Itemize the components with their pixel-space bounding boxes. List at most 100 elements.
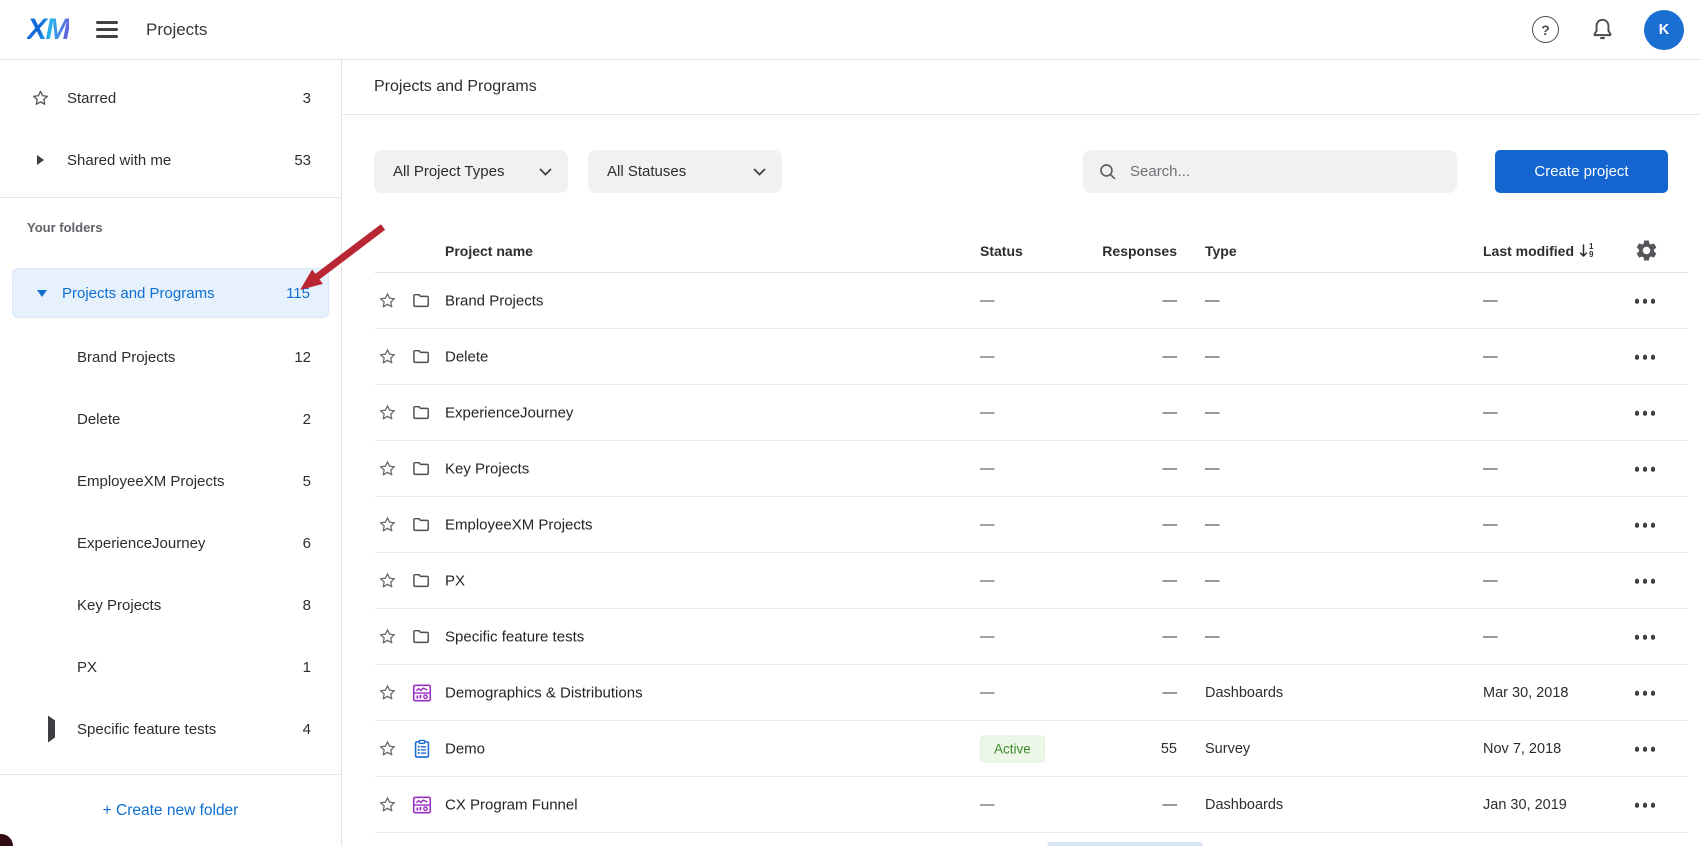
status-cell: — <box>980 629 995 645</box>
sidebar-folder-item[interactable]: Delete 2 <box>0 388 341 450</box>
project-types-filter-dropdown[interactable]: All Project Types <box>374 150 568 193</box>
column-header-type[interactable]: Type <box>1205 243 1237 259</box>
project-name-link[interactable]: EmployeeXM Projects <box>445 517 593 534</box>
star-toggle-icon[interactable] <box>377 515 398 536</box>
table-row[interactable]: Brand Projects — — — — <box>342 273 1700 329</box>
sidebar-item-shared-with-me[interactable]: Shared with me 53 <box>0 136 341 184</box>
sidebar-folder-item[interactable]: Brand Projects 12 <box>0 326 341 388</box>
type-cell: — <box>1205 405 1220 421</box>
collapse-arrow-icon <box>37 290 47 297</box>
column-header-project-name[interactable]: Project name <box>445 243 533 259</box>
project-name-link[interactable]: Specific feature tests <box>445 629 584 646</box>
sidebar-folder-item[interactable]: Key Projects 8 <box>0 574 341 636</box>
last-modified-cell: — <box>1483 629 1498 645</box>
sidebar-folder-count: 5 <box>303 473 311 490</box>
column-header-responses[interactable]: Responses <box>1042 243 1177 259</box>
topbar-actions: ? K <box>1532 10 1684 50</box>
project-name-link[interactable]: Demographics & Distributions <box>445 685 643 702</box>
project-name-link[interactable]: Brand Projects <box>445 293 543 310</box>
horizontal-scrollbar-thumb[interactable] <box>1047 842 1203 846</box>
type-cell: — <box>1205 349 1220 365</box>
last-modified-cell: — <box>1483 349 1498 365</box>
project-name-link[interactable]: ExperienceJourney <box>445 405 573 422</box>
folder-icon <box>411 402 433 424</box>
row-actions-menu-button[interactable] <box>1623 411 1667 416</box>
table-settings-gear-icon[interactable] <box>1630 238 1662 263</box>
table-row[interactable]: CX Program Funnel — — Dashboards Jan 30,… <box>342 777 1700 833</box>
sidebar-folder-label: EmployeeXM Projects <box>77 473 225 490</box>
search-box <box>1083 150 1457 193</box>
table-row[interactable]: Specific feature tests — — — — <box>342 609 1700 665</box>
sidebar-folder-item[interactable]: Specific feature tests 4 <box>0 698 341 760</box>
xm-logo[interactable]: XM <box>27 13 69 47</box>
hamburger-menu-icon[interactable] <box>96 21 118 38</box>
statuses-filter-dropdown[interactable]: All Statuses <box>588 150 782 193</box>
sidebar-item-label: Starred <box>67 90 116 107</box>
star-toggle-icon[interactable] <box>377 683 398 704</box>
row-actions-menu-button[interactable] <box>1623 635 1667 640</box>
sidebar-folder-label: PX <box>77 659 97 676</box>
column-header-status[interactable]: Status <box>980 243 1023 259</box>
row-actions-menu-button[interactable] <box>1623 355 1667 360</box>
type-cell: — <box>1205 461 1220 477</box>
star-toggle-icon[interactable] <box>377 795 398 816</box>
project-name-link[interactable]: PX <box>445 573 465 590</box>
row-actions-menu-button[interactable] <box>1623 523 1667 528</box>
column-header-last-modified[interactable]: Last modified 19 <box>1483 243 1593 259</box>
table-row[interactable]: EmployeeXM Projects — — — — <box>342 497 1700 553</box>
table-row[interactable]: ExperienceJourney — — — — <box>342 385 1700 441</box>
responses-cell: — <box>1042 293 1177 309</box>
search-input[interactable] <box>1128 162 1428 181</box>
row-actions-menu-button[interactable] <box>1623 579 1667 584</box>
project-name-link[interactable]: Key Projects <box>445 461 529 478</box>
table-row[interactable]: Demo Active 55 Survey Nov 7, 2018 <box>342 721 1700 777</box>
folder-icon <box>411 626 433 648</box>
type-cell: — <box>1205 573 1220 589</box>
status-cell: — <box>980 349 995 365</box>
user-avatar[interactable]: K <box>1644 10 1684 50</box>
table-header: Project name Status Responses Type Last … <box>342 193 1700 273</box>
table-row[interactable]: Demographics & Distributions — — Dashboa… <box>342 665 1700 721</box>
project-name-link[interactable]: Demo <box>445 741 485 758</box>
filter-label: All Project Types <box>393 163 504 180</box>
chevron-down-icon <box>539 168 552 176</box>
sidebar-item-count: 115 <box>286 285 310 302</box>
sidebar-folder-item[interactable]: EmployeeXM Projects 5 <box>0 450 341 512</box>
table-row[interactable]: Key Projects — — — — <box>342 441 1700 497</box>
sidebar-folder-label: Delete <box>77 411 120 428</box>
star-toggle-icon[interactable] <box>377 291 398 312</box>
row-actions-menu-button[interactable] <box>1623 299 1667 304</box>
sidebar-item-starred[interactable]: Starred 3 <box>0 74 341 122</box>
last-modified-cell: — <box>1483 517 1498 533</box>
row-actions-menu-button[interactable] <box>1623 803 1667 808</box>
main-content: Projects and Programs All Project Types … <box>342 60 1700 846</box>
notifications-bell-icon[interactable] <box>1589 16 1616 43</box>
table-row[interactable]: PX — — — — <box>342 553 1700 609</box>
create-new-folder-button[interactable]: + Create new folder <box>0 775 341 847</box>
create-project-button[interactable]: Create project <box>1495 150 1668 193</box>
star-toggle-icon[interactable] <box>377 739 398 760</box>
responses-cell: — <box>1042 797 1177 813</box>
sidebar-folder-label: Brand Projects <box>77 349 175 366</box>
sidebar-item-projects-and-programs[interactable]: Projects and Programs 115 <box>12 268 329 318</box>
project-name-link[interactable]: CX Program Funnel <box>445 797 578 814</box>
row-actions-menu-button[interactable] <box>1623 691 1667 696</box>
type-cell: — <box>1205 293 1220 309</box>
sidebar-folder-item[interactable]: PX 1 <box>0 636 341 698</box>
row-actions-menu-button[interactable] <box>1623 467 1667 472</box>
star-toggle-icon[interactable] <box>377 627 398 648</box>
star-toggle-icon[interactable] <box>377 347 398 368</box>
help-icon[interactable]: ? <box>1532 16 1559 43</box>
sidebar-folder-item[interactable]: ExperienceJourney 6 <box>0 512 341 574</box>
folder-icon <box>411 346 433 368</box>
status-cell: — <box>980 461 995 477</box>
project-name-link[interactable]: Delete <box>445 349 488 366</box>
table-row[interactable]: Delete — — — — <box>342 329 1700 385</box>
sidebar-folder-count: 1 <box>303 659 311 676</box>
star-toggle-icon[interactable] <box>377 403 398 424</box>
star-toggle-icon[interactable] <box>377 571 398 592</box>
row-actions-menu-button[interactable] <box>1623 747 1667 752</box>
star-toggle-icon[interactable] <box>377 459 398 480</box>
last-modified-cell: — <box>1483 293 1498 309</box>
responses-cell: — <box>1042 461 1177 477</box>
